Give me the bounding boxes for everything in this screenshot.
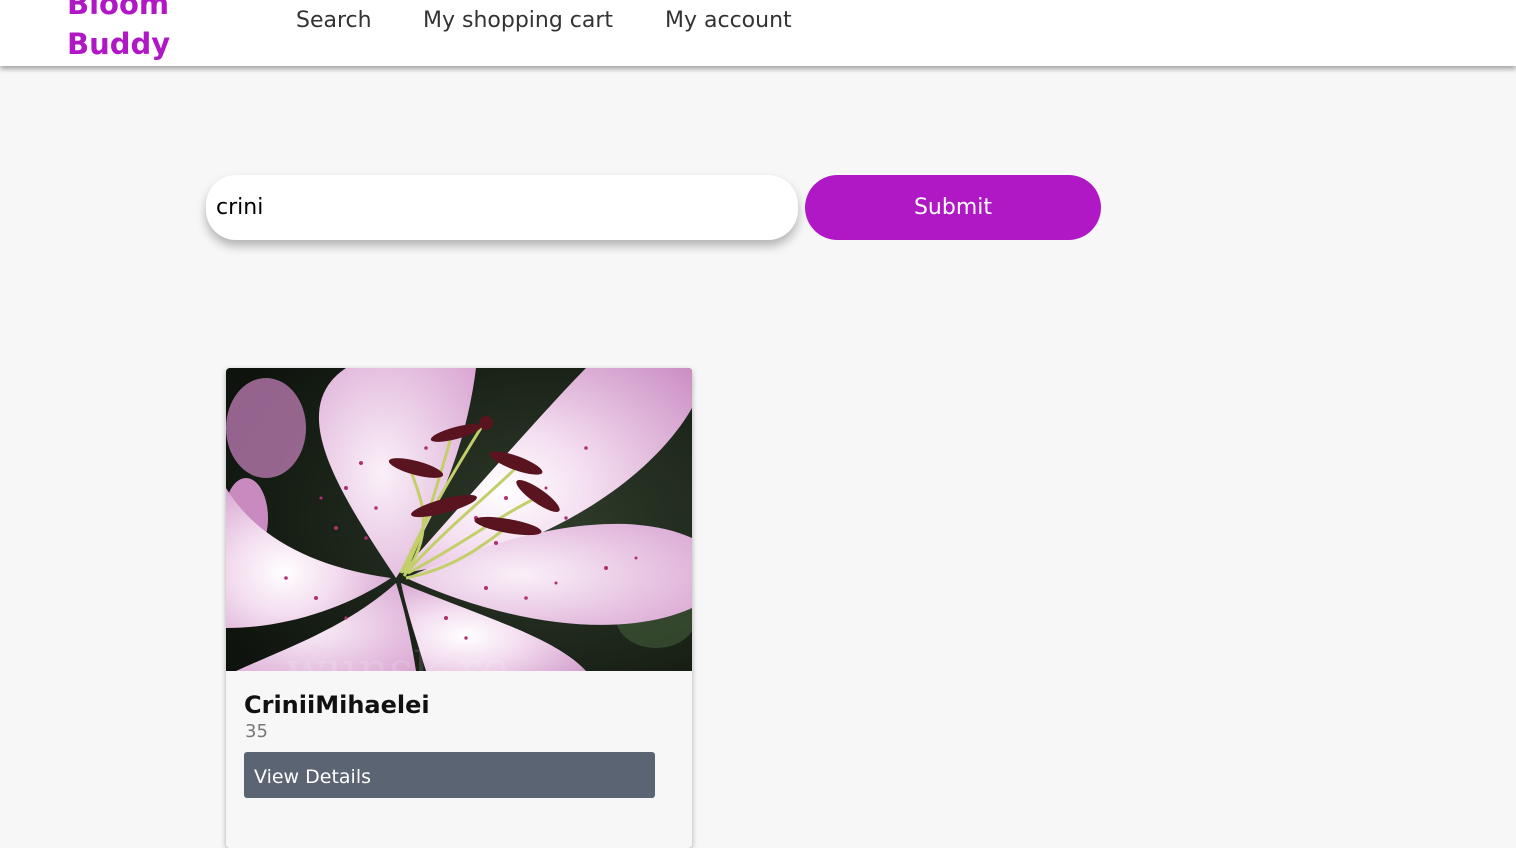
view-details-button[interactable]: View Details	[244, 752, 655, 798]
top-navbar: Bloom Buddy Search My shopping cart My a…	[0, 0, 1516, 66]
nav-link-shopping-cart[interactable]: My shopping cart	[423, 5, 613, 37]
nav-link-search[interactable]: Search	[296, 5, 372, 37]
product-image[interactable]: wunsk.ro	[226, 368, 692, 671]
brand-line-1: Bloom	[67, 0, 170, 21]
search-input[interactable]	[206, 175, 798, 240]
product-card: wunsk.ro CriniiMihaelei 35 View Details	[226, 368, 692, 848]
product-name: CriniiMihaelei	[244, 691, 430, 719]
brand-logo[interactable]: Bloom Buddy	[67, 0, 170, 64]
product-price: 35	[245, 721, 268, 742]
brand-line-2: Buddy	[67, 27, 171, 61]
image-watermark: wunsk.ro	[286, 642, 510, 671]
submit-button[interactable]: Submit	[805, 175, 1101, 240]
nav-link-my-account[interactable]: My account	[665, 5, 792, 37]
